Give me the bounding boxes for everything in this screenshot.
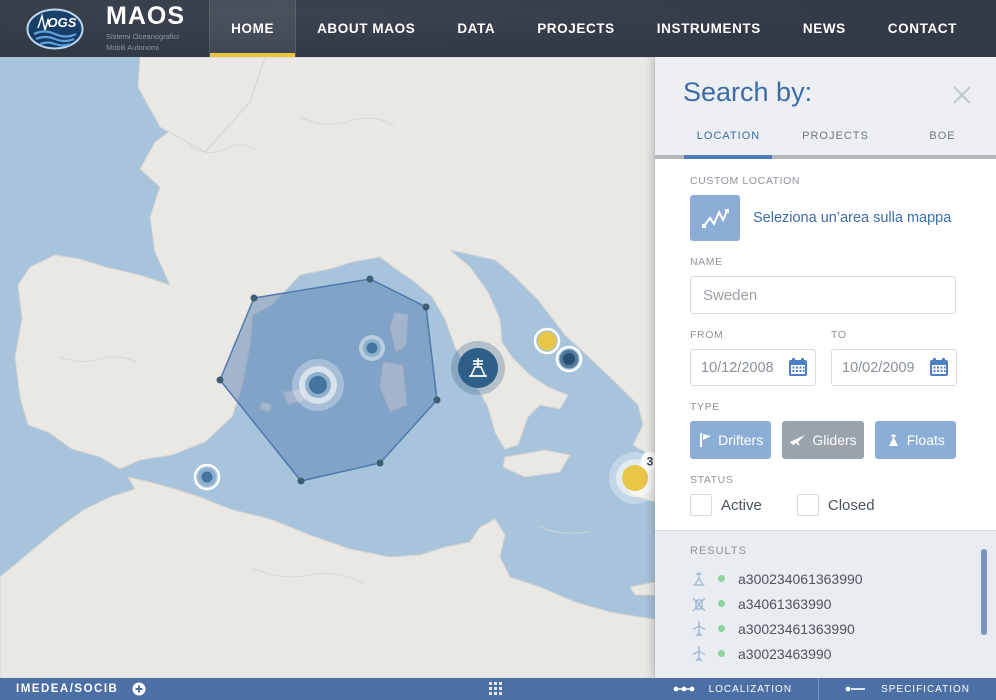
bottom-statusbar: IMEDEA/SOCIB LOCALIZATION xyxy=(0,678,996,700)
type-button-gliders[interactable]: Gliders xyxy=(782,421,863,459)
results-label: RESULTS xyxy=(690,545,956,557)
brand-subtitle-line2: Mobili Autonomi xyxy=(106,43,185,53)
ogs-logo-text: OGS xyxy=(48,15,77,30)
to-label: TO xyxy=(831,329,957,341)
specification-label: SPECIFICATION xyxy=(881,684,970,695)
glider-icon xyxy=(690,620,707,638)
main-nav: HOME ABOUT MAOS DATA PROJECTS INSTRUMENT… xyxy=(209,0,996,57)
nav-item-data[interactable]: DATA xyxy=(436,0,516,57)
tab-underline-track xyxy=(655,155,996,159)
drifter-flag-icon xyxy=(698,432,712,448)
result-id: a30023461363990 xyxy=(738,621,855,637)
nav-item-home[interactable]: HOME xyxy=(209,0,296,57)
results-scrollbar[interactable] xyxy=(981,549,987,635)
float-buoy-icon xyxy=(886,432,901,448)
type-label: TYPE xyxy=(690,401,956,413)
attribution-label: IMEDEA/SOCIB xyxy=(16,683,118,695)
type-button-drifters[interactable]: Drifters xyxy=(690,421,771,459)
active-checkbox[interactable] xyxy=(690,494,712,516)
status-dot xyxy=(718,650,725,657)
dot-line-icon xyxy=(845,685,867,693)
buoy-icon xyxy=(690,570,707,588)
top-navbar: OGS MAOS Sistemi Oceanografici Mobili Au… xyxy=(0,0,996,57)
closed-checkbox[interactable] xyxy=(797,494,819,516)
map-canvas[interactable]: 3 xyxy=(0,57,655,678)
result-id: a300234061363990 xyxy=(738,571,863,587)
select-area-link[interactable]: Seleziona un’area sulla mappa xyxy=(753,210,951,226)
status-label: STATUS xyxy=(690,474,956,486)
marker-drifter-ringed[interactable] xyxy=(195,465,219,489)
glider-icon xyxy=(690,645,707,663)
status-dot xyxy=(718,625,725,632)
maos-app: 3 OGS MAOS Sistemi Oceanografici Mobili … xyxy=(0,0,996,700)
closed-checkbox-label: Closed xyxy=(828,497,875,514)
marker-drifter-large[interactable] xyxy=(292,359,344,411)
drifter-icon xyxy=(690,595,707,613)
status-dot xyxy=(718,575,725,582)
plus-circle-icon[interactable] xyxy=(132,682,146,696)
search-panel: Search by: LOCATION PROJECTS BOE CUSTOM … xyxy=(655,57,996,678)
calendar-icon[interactable] xyxy=(788,357,808,382)
draw-area-button[interactable] xyxy=(690,195,740,241)
nav-item-instruments[interactable]: INSTRUMENTS xyxy=(636,0,782,57)
search-panel-header: Search by: LOCATION PROJECTS BOE xyxy=(655,57,996,155)
brand: MAOS Sistemi Oceanografici Mobili Autono… xyxy=(106,0,185,57)
grid-icon[interactable] xyxy=(489,682,504,700)
active-checkbox-label: Active xyxy=(721,497,762,514)
brand-title: MAOS xyxy=(106,4,185,29)
result-id: a30023463990 xyxy=(738,646,831,662)
ogs-logo[interactable]: OGS xyxy=(0,0,84,57)
results-section: RESULTS a300234061363990 xyxy=(655,530,996,678)
custom-location-label: CUSTOM LOCATION xyxy=(690,175,956,187)
result-row[interactable]: a30023463990 xyxy=(690,641,956,666)
panel-title: Search by: xyxy=(683,77,812,108)
localization-label: LOCALIZATION xyxy=(709,684,793,695)
glider-plane-icon xyxy=(789,432,806,448)
tab-boe[interactable]: BOE xyxy=(889,125,996,151)
nav-item-projects[interactable]: PROJECTS xyxy=(516,0,636,57)
tab-projects[interactable]: PROJECTS xyxy=(782,125,889,151)
brand-subtitle-line1: Sistemi Oceanografici xyxy=(106,32,185,42)
name-label: NAME xyxy=(690,256,956,268)
calendar-icon[interactable] xyxy=(929,357,949,382)
marker-buoy-selected[interactable] xyxy=(451,341,505,395)
tab-underline-active xyxy=(684,155,772,159)
type-button-floats[interactable]: Floats xyxy=(875,421,956,459)
search-form: CUSTOM LOCATION Seleziona un’area sulla … xyxy=(655,155,996,530)
nav-item-news[interactable]: NEWS xyxy=(782,0,867,57)
tab-location[interactable]: LOCATION xyxy=(675,125,782,151)
search-tabs: LOCATION PROJECTS BOE xyxy=(655,125,996,151)
nav-item-contact[interactable]: CONTACT xyxy=(867,0,978,57)
result-row[interactable]: a300234061363990 xyxy=(690,566,956,591)
track-dots-icon xyxy=(673,685,695,693)
marker-drifter-small[interactable] xyxy=(359,335,385,361)
localization-toggle[interactable]: LOCALIZATION xyxy=(647,678,819,700)
name-input[interactable] xyxy=(690,276,956,314)
nav-item-about[interactable]: ABOUT MAOS xyxy=(296,0,436,57)
result-row[interactable]: a30023461363990 xyxy=(690,616,956,641)
close-icon[interactable] xyxy=(950,83,974,107)
status-dot xyxy=(718,600,725,607)
cluster-count: 3 xyxy=(647,455,654,469)
from-label: FROM xyxy=(690,329,816,341)
result-row[interactable]: a34061363990 xyxy=(690,591,956,616)
result-id: a34061363990 xyxy=(738,596,831,612)
marker-navy[interactable] xyxy=(557,347,581,371)
specification-toggle[interactable]: SPECIFICATION xyxy=(819,678,996,700)
draw-polyline-icon xyxy=(700,205,730,231)
marker-float-yellow[interactable] xyxy=(535,329,559,353)
